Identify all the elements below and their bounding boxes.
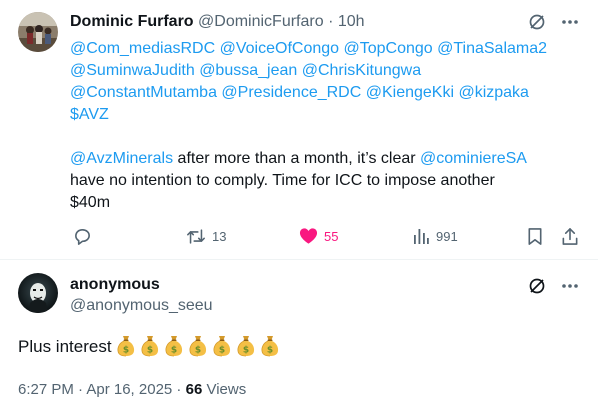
author-handle[interactable]: @anonymous_seeu — [70, 297, 213, 315]
mention-line-1[interactable]: @Com_mediasRDC @VoiceOfCongo @TopCongo @… — [70, 38, 590, 60]
tweet-header: Dominic Furfaro @DominicFurfaro · 10h — [70, 13, 365, 31]
mention-line-2[interactable]: @SuminwaJudith @bussa_jean @ChrisKitungw… — [70, 60, 590, 82]
tweet-text: @Com_mediasRDC @VoiceOfCongo @TopCongo @… — [70, 38, 590, 214]
analytics-icon — [412, 227, 430, 245]
avatar[interactable] — [18, 273, 58, 313]
mention-line-3[interactable]: @ConstantMutamba @Presidence_RDC @Kienge… — [70, 82, 590, 104]
author-name[interactable]: anonymous — [70, 276, 160, 294]
heart-filled-icon — [299, 227, 318, 245]
mention-avzminerals[interactable]: @AvzMinerals — [70, 150, 173, 167]
tweet-meta: 6:27 PM · Apr 16, 2025 · 66 Views — [18, 381, 246, 398]
svg-text:$: $ — [243, 346, 249, 356]
svg-text:$: $ — [219, 346, 225, 356]
cashtag-avz[interactable]: $AVZ — [70, 104, 590, 126]
svg-text:$: $ — [171, 346, 177, 356]
grok-icon[interactable] — [527, 276, 547, 296]
retweet-button[interactable]: 13 — [186, 227, 226, 246]
share-icon[interactable] — [561, 227, 579, 246]
author-handle[interactable]: @DominicFurfaro — [198, 13, 324, 30]
bookmark-icon[interactable] — [526, 227, 544, 246]
money-bag-icon: $ — [260, 335, 280, 357]
mention-cominieresa[interactable]: @cominiereSA — [420, 150, 527, 167]
reply-button[interactable] — [73, 227, 92, 246]
svg-text:$: $ — [147, 346, 153, 356]
views-count: 66 — [185, 381, 203, 398]
reply-text: Plus interest $ $ $ $ $ $ $ — [18, 335, 280, 359]
like-button[interactable]: 55 — [299, 227, 338, 245]
money-bag-icon: $ — [140, 335, 160, 357]
avatar[interactable] — [18, 12, 58, 52]
retweet-icon — [186, 227, 206, 246]
views-button[interactable]: 991 — [412, 227, 458, 245]
timestamp[interactable]: 6:27 PM · Apr 16, 2025 · — [18, 381, 181, 398]
svg-text:$: $ — [123, 346, 129, 356]
divider — [0, 259, 598, 260]
money-bag-icon: $ — [116, 335, 136, 357]
body-line-2: have no intention to comply. Time for IC… — [70, 172, 495, 189]
retweet-count: 13 — [212, 229, 227, 244]
tweet-time[interactable]: · 10h — [328, 13, 364, 30]
svg-text:$: $ — [267, 346, 273, 356]
emoji-row: $ $ $ $ $ $ $ — [116, 335, 280, 357]
money-bag-icon: $ — [236, 335, 256, 357]
views-count: 991 — [436, 228, 458, 244]
like-count: 55 — [324, 228, 339, 244]
body-line-1: @AvzMinerals after more than a month, it… — [70, 148, 590, 170]
money-bag-icon: $ — [188, 335, 208, 357]
money-bag-icon: $ — [212, 335, 232, 357]
reply-text-label: Plus interest — [18, 337, 112, 356]
body-line-3: $40m — [70, 194, 111, 211]
author-name[interactable]: Dominic Furfaro — [70, 13, 194, 30]
views-label: Views — [206, 381, 247, 398]
reply-icon — [73, 227, 92, 246]
more-options-icon[interactable] — [560, 12, 580, 32]
body-text-a: after more than a month, it’s clear — [173, 150, 421, 167]
svg-text:$: $ — [195, 346, 201, 356]
more-options-icon[interactable] — [560, 276, 580, 296]
money-bag-icon: $ — [164, 335, 184, 357]
grok-icon[interactable] — [527, 12, 547, 32]
